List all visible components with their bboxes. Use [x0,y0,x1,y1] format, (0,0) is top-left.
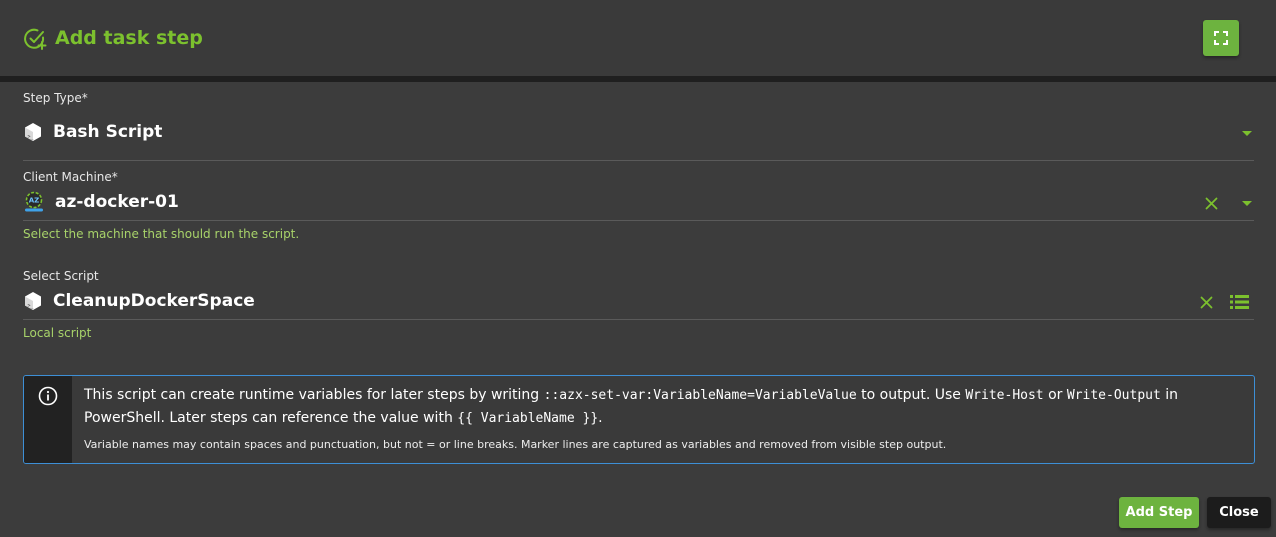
runtime-variables-info: This script can create runtime variables… [23,375,1255,464]
fullscreen-icon [1214,31,1228,45]
fullscreen-button[interactable] [1203,20,1239,56]
header-divider [0,76,1276,82]
info-submessage: Variable names may contain spaces and pu… [84,438,947,451]
info-code-variable-name: {{ VariableName }} [457,411,599,426]
select-script-label: Select Script [23,269,99,283]
step-type-label: Step Type* [23,91,88,105]
script-list-icon[interactable] [1230,295,1249,309]
clear-script-icon[interactable] [1200,296,1213,309]
step-type-value: Bash Script [53,122,163,142]
svg-text:>_: >_ [28,303,35,309]
select-script-underline [23,319,1254,320]
close-button[interactable]: Close [1207,497,1271,528]
select-script-value: CleanupDockerSpace [53,291,255,311]
bash-script-icon: >_ [25,292,41,310]
select-script-hint: Local script [23,326,92,340]
client-machine-hint: Select the machine that should run the s… [23,227,300,241]
add-step-button[interactable]: Add Step [1119,497,1199,528]
info-message: This script can create runtime variables… [84,384,1244,430]
svg-text:>_: >_ [28,134,35,140]
step-type-dropdown-icon[interactable] [1242,131,1252,136]
client-machine-value: az-docker-01 [55,192,179,212]
info-code-write-output: Write-Output [1066,388,1161,403]
add-task-step-dialog: Add task step Step Type* >_ Bash Script … [0,0,1276,537]
step-type-underline [23,160,1254,161]
client-machine-select[interactable]: AZ az-docker-01 [23,188,179,216]
check-circle-plus-icon [24,28,47,50]
clear-machine-icon[interactable] [1205,197,1218,210]
info-alert-sidebar [24,376,72,463]
info-text-5: . [598,410,603,426]
info-text-1: This script can create runtime variables… [84,387,544,403]
info-icon [38,386,58,406]
step-type-select[interactable]: >_ Bash Script [23,118,162,146]
info-text-2: to output. Use [856,387,966,403]
select-script-field[interactable]: >_ CleanupDockerSpace [23,287,255,315]
bash-script-icon: >_ [25,123,41,141]
client-machine-label: Client Machine* [23,170,118,184]
info-text-3: or [1043,387,1067,403]
dialog-header: Add task step [0,0,1276,76]
info-code-write-host: Write-Host [965,388,1044,403]
client-machine-dropdown-icon[interactable] [1242,201,1252,206]
svg-text:AZ: AZ [29,197,40,205]
info-code-set-var: ::azx-set-var:VariableName=VariableValue [543,388,857,403]
dialog-title: Add task step [55,27,203,49]
client-machine-underline [23,220,1254,221]
azure-machine-icon: AZ [25,191,43,212]
